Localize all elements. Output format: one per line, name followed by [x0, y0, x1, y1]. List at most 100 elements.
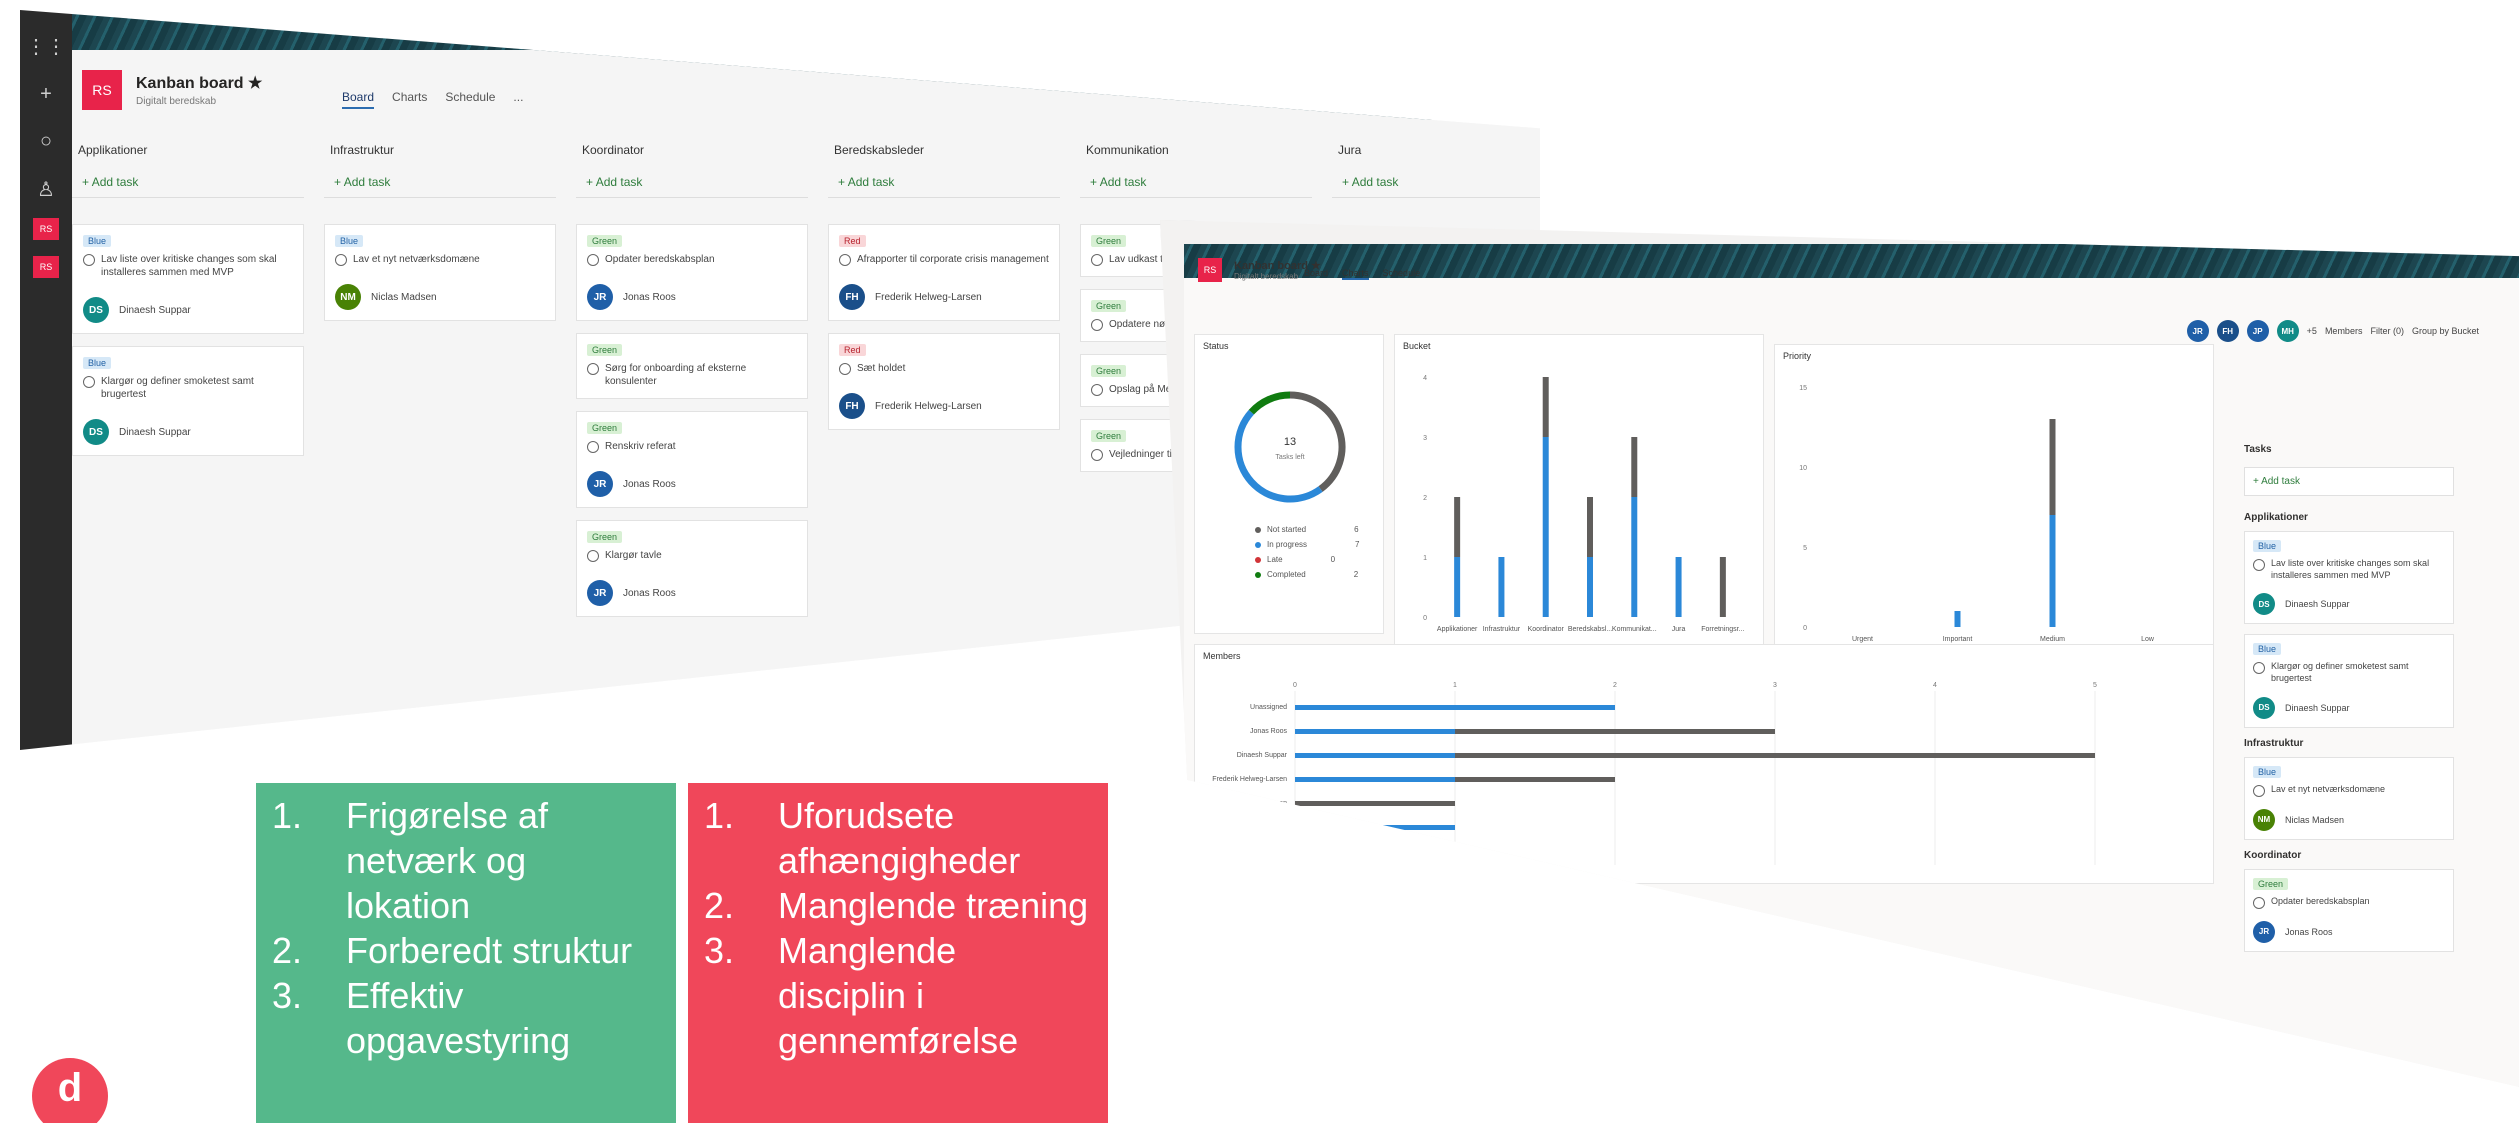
tab-charts-2[interactable]: Charts [1342, 268, 1369, 280]
bucket-name[interactable]: Kommunikation [1086, 143, 1306, 157]
label-tag: Green [587, 422, 623, 434]
more-tabs-button[interactable]: ... [513, 90, 523, 109]
add-task-button[interactable]: + Add task [72, 167, 304, 198]
task-card[interactable]: Blue Klargør og definer smoketest samt b… [72, 346, 304, 456]
add-task-button[interactable]: + Add task [828, 167, 1060, 198]
task-card[interactable]: Green Opdater beredskabsplan JR Jonas Roo… [576, 224, 808, 321]
add-task-button[interactable]: + Add task [576, 167, 808, 198]
task-card[interactable]: Blue Klargør og definer smoketest samt b… [2244, 634, 2454, 728]
tab-schedule-2[interactable]: Schedule [1383, 268, 1421, 280]
member-avatar[interactable]: MH [2276, 320, 2299, 342]
more-members[interactable]: +5 [2307, 326, 2317, 336]
avatar: JR [2253, 920, 2275, 943]
complete-checkbox-icon[interactable] [2253, 662, 2265, 675]
complete-checkbox-icon[interactable] [2253, 896, 2265, 909]
add-task-button[interactable]: + Add task [1332, 167, 1540, 198]
add-task-label: Add task [91, 175, 139, 189]
tab-board-2[interactable]: Board [1304, 268, 1328, 280]
task-card[interactable]: Red Afrapporter til corporate crisis man… [828, 224, 1060, 321]
tab-charts[interactable]: Charts [392, 90, 427, 109]
legend-value: 6 [1354, 525, 1359, 534]
add-task-label: Add task [343, 175, 391, 189]
x-tick-label: Important [1943, 636, 1973, 643]
x-tick-label: Forretningsr... [1701, 626, 1744, 633]
complete-checkbox-icon[interactable] [2253, 784, 2265, 797]
tab-schedule[interactable]: Schedule [445, 90, 495, 109]
legend-value: 7 [1355, 540, 1360, 549]
task-card[interactable]: Green Opdater beredskabsplan JR Jonas Roo… [2244, 868, 2454, 952]
members-dropdown[interactable]: Members [2325, 326, 2363, 336]
task-card[interactable]: Red Sæt holdet FH Frederik Helweg-Larsen [828, 333, 1060, 430]
group-koordinator[interactable]: Koordinator [2244, 850, 2454, 861]
bar [1455, 729, 1775, 734]
bar [1631, 437, 1638, 497]
legend-item: Completed 2 [1255, 570, 1359, 579]
complete-checkbox-icon[interactable] [2253, 559, 2265, 571]
assignee-name: Frederik Helweg-Larsen [875, 291, 982, 303]
member-avatar[interactable]: JR [2186, 320, 2209, 342]
task-card[interactable]: Blue Lav et nyt netværksdomæne NM Niclas … [2244, 756, 2454, 840]
list-item: 2. Forberedt struktur [272, 928, 660, 973]
avatar: JR [587, 284, 613, 310]
complete-checkbox-icon[interactable] [587, 550, 599, 562]
add-task-button[interactable]: + Add task [2244, 467, 2454, 496]
task-card[interactable]: Green Klargør tavle JR Jonas Roos [576, 520, 808, 617]
task-card[interactable]: Blue Lav et nyt netværksdomæne NM Niclas … [324, 224, 556, 321]
complete-checkbox-icon[interactable] [1091, 449, 1103, 461]
label-tag: Green [587, 235, 623, 247]
add-task-button[interactable]: + Add task [324, 167, 556, 198]
benefit-text: Frigørelse af netværk og lokation [346, 795, 549, 926]
plan-title-2: Kanban board [1234, 260, 1308, 272]
add-task-label: Add task [595, 175, 643, 189]
challenge-text: Uforudsete afhængigheder [778, 795, 1021, 881]
avatar: NM [2253, 808, 2275, 831]
add-icon[interactable]: + [20, 83, 72, 106]
group-infrastruktur[interactable]: Infrastruktur [2244, 738, 2454, 749]
complete-checkbox-icon[interactable] [83, 254, 95, 266]
task-card[interactable]: Green Renskriv referat JR Jonas Roos [576, 411, 808, 508]
complete-checkbox-icon[interactable] [839, 363, 851, 375]
tab-board[interactable]: Board [342, 90, 375, 109]
bucket-name[interactable]: Beredskabsleder [834, 143, 1054, 157]
complete-checkbox-icon[interactable] [587, 441, 599, 453]
task-card[interactable]: Green Sørg for onboarding af eksterne ko… [576, 333, 808, 399]
group-by-dropdown[interactable]: Group by Bucket [2412, 326, 2479, 336]
complete-checkbox-icon[interactable] [839, 254, 851, 266]
task-pane-title: Tasks [2244, 444, 2272, 455]
add-task-button[interactable]: + Add task [1080, 167, 1312, 198]
bucket-chart: 0 1 2 3 4 Applikationer Infrastruktur Koordinat… [1423, 375, 1744, 633]
challenges-list: 1. Uforudsete afhængigheder 2. Manglende t… [688, 783, 1108, 1123]
group-applikationer[interactable]: Applikationer [2244, 512, 2454, 523]
star-icon[interactable]: ★ [248, 75, 262, 92]
plan-rs-icon[interactable]: RS [33, 218, 59, 240]
y-tick-label: 2 [1423, 495, 1427, 502]
member-avatar[interactable]: JP [2246, 320, 2269, 342]
task-title: Klargør og definer smoketest samt bruger… [2271, 661, 2409, 684]
task-card[interactable]: Blue Lav liste over kritiske changes som… [72, 224, 304, 334]
complete-checkbox-icon[interactable] [587, 363, 599, 375]
complete-checkbox-icon[interactable] [1091, 384, 1103, 396]
complete-checkbox-icon[interactable] [335, 254, 347, 266]
complete-checkbox-icon[interactable] [1091, 319, 1103, 331]
plan-rs-icon-2[interactable]: RS [33, 256, 59, 278]
bar [1295, 801, 1455, 806]
bar [1542, 437, 1549, 617]
hub-icon[interactable]: ○ [20, 130, 72, 153]
app-launcher-icon[interactable]: ⋮⋮ [20, 34, 72, 59]
bucket-name[interactable]: Infrastruktur [330, 143, 550, 157]
complete-checkbox-icon[interactable] [1091, 254, 1103, 266]
bucket-name[interactable]: Koordinator [582, 143, 802, 157]
complete-checkbox-icon[interactable] [587, 254, 599, 266]
member-avatar[interactable]: FH [2216, 320, 2239, 342]
avatar: FH [839, 284, 865, 310]
person-icon[interactable]: ♙ [20, 177, 72, 202]
bar [1542, 377, 1549, 437]
bucket-name[interactable]: Applikationer [78, 143, 298, 157]
tasks-left-label: Tasks left [1275, 454, 1304, 461]
filter-dropdown[interactable]: Filter (0) [2370, 326, 2404, 336]
complete-checkbox-icon[interactable] [83, 376, 95, 388]
bucket-name[interactable]: Jura [1338, 143, 1540, 157]
task-card[interactable]: Blue Lav liste over kritiske changes som… [2244, 531, 2454, 625]
challenge-text: Manglende disciplin i gennemførelse [778, 930, 1019, 1061]
task-title: Opdater beredskabsplan [605, 254, 715, 265]
